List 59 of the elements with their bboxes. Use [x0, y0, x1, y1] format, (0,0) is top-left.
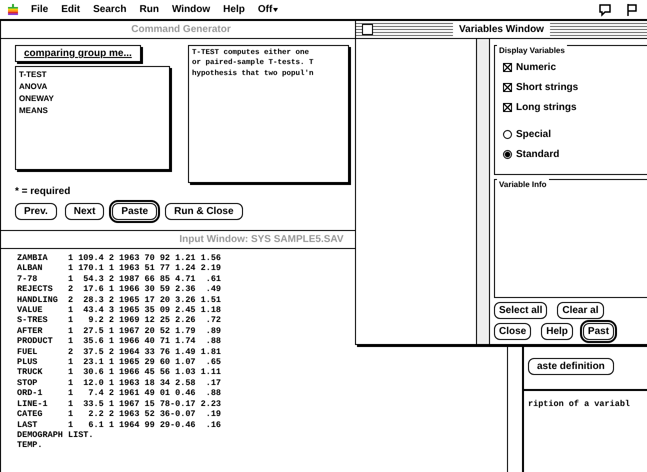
list-item[interactable]: MEANS [19, 105, 166, 117]
output-line: HANDLING 2 28.3 2 1965 17 20 3.26 1.51 [17, 294, 222, 306]
output-line: 7-78 1 54.3 2 1987 66 85 4.71 .61 [17, 274, 222, 284]
output-line: STOP 1 12.0 1 1963 18 34 2.58 .17 [17, 378, 222, 388]
balloon-help-icon[interactable] [598, 2, 612, 16]
apple-menu-icon[interactable] [8, 4, 18, 16]
button[interactable]: Paste [112, 203, 158, 220]
menu-item[interactable]: Search [93, 2, 126, 17]
definition-button[interactable]: aste definition [528, 358, 614, 375]
output-line: S-TRES 1 9.2 2 1969 12 25 2.26 .72 [17, 315, 222, 326]
checkbox[interactable] [503, 83, 512, 92]
output-line: ORD-1 1 7.4 2 1961 49 01 0.46 .88 [17, 388, 222, 399]
close-box[interactable] [362, 24, 373, 35]
checkbox[interactable] [503, 63, 512, 72]
output-line: CATEG 1 2.2 2 1963 52 36-0.07 .19 [17, 409, 222, 420]
menu-item[interactable]: Help [223, 2, 245, 17]
menu-item[interactable]: Run [139, 2, 159, 17]
output-line: TEMP. [17, 440, 44, 451]
output-line: ALBAN 1 170.1 1 1963 51 77 1.24 2.19 [17, 263, 222, 274]
button[interactable]: Prev. [15, 203, 57, 220]
output-line: LAST 1 6.1 1 1964 99 29-0.46 .16 [17, 420, 222, 430]
radio-button[interactable] [503, 130, 512, 139]
output-line: TRUCK 1 30.6 1 1966 45 56 1.03 1.11 [17, 367, 222, 378]
option-label: Numeric [516, 61, 556, 75]
option-label: Special [516, 128, 552, 142]
checkbox[interactable] [503, 103, 512, 112]
required-note: * = required [15, 185, 72, 199]
output-line: DEMOGRAPH LIST. [17, 430, 95, 440]
option-label: Standard [516, 148, 560, 162]
button[interactable]: Clear al [557, 302, 604, 319]
button[interactable]: Past [582, 323, 614, 340]
button[interactable]: Next [64, 203, 104, 220]
caret-icon [273, 8, 278, 12]
button[interactable]: Help [541, 323, 573, 340]
menu-item[interactable]: Off [258, 2, 272, 17]
output-line: ZAMBIA 1 109.4 2 1963 70 92 1.21 1.56 [17, 253, 222, 264]
button[interactable]: Run & Close [165, 203, 243, 220]
output-line: FUEL 2 37.5 2 1964 33 76 1.49 1.81 [17, 346, 222, 358]
list-item[interactable]: ONEWAY [19, 93, 166, 105]
list-item[interactable]: ANOVA [19, 81, 166, 93]
menu-item[interactable]: File [31, 2, 48, 17]
output-line: PLUS 1 23.1 1 1965 29 60 1.07 .65 [17, 357, 222, 368]
output-line: PRODUCT 1 35.6 1 1966 40 71 1.74 .88 [17, 336, 222, 347]
output-line: REJECTS 2 17.6 1 1966 30 59 2.36 .49 [17, 284, 222, 295]
scrollbar[interactable] [476, 39, 490, 344]
application-icon[interactable] [625, 2, 639, 16]
window-title: Variables Window [453, 22, 550, 37]
option-label: Long strings [516, 101, 577, 115]
description-text: ription of a variabl [528, 399, 632, 410]
radio-button[interactable] [503, 150, 512, 159]
list-item[interactable]: T-TEST [19, 69, 166, 81]
button[interactable]: Close [494, 323, 532, 340]
button[interactable]: Select all [494, 302, 548, 319]
menu-item[interactable]: Edit [61, 2, 80, 17]
procedure-dropdown[interactable]: comparing group me... [15, 45, 141, 62]
menu-item[interactable]: Window [172, 2, 210, 17]
output-line: LINE-1 1 33.5 1 1967 15 78-0.17 2.23 [17, 398, 222, 410]
option-label: Short strings [516, 81, 578, 95]
group-title: Display Variables [497, 45, 567, 57]
